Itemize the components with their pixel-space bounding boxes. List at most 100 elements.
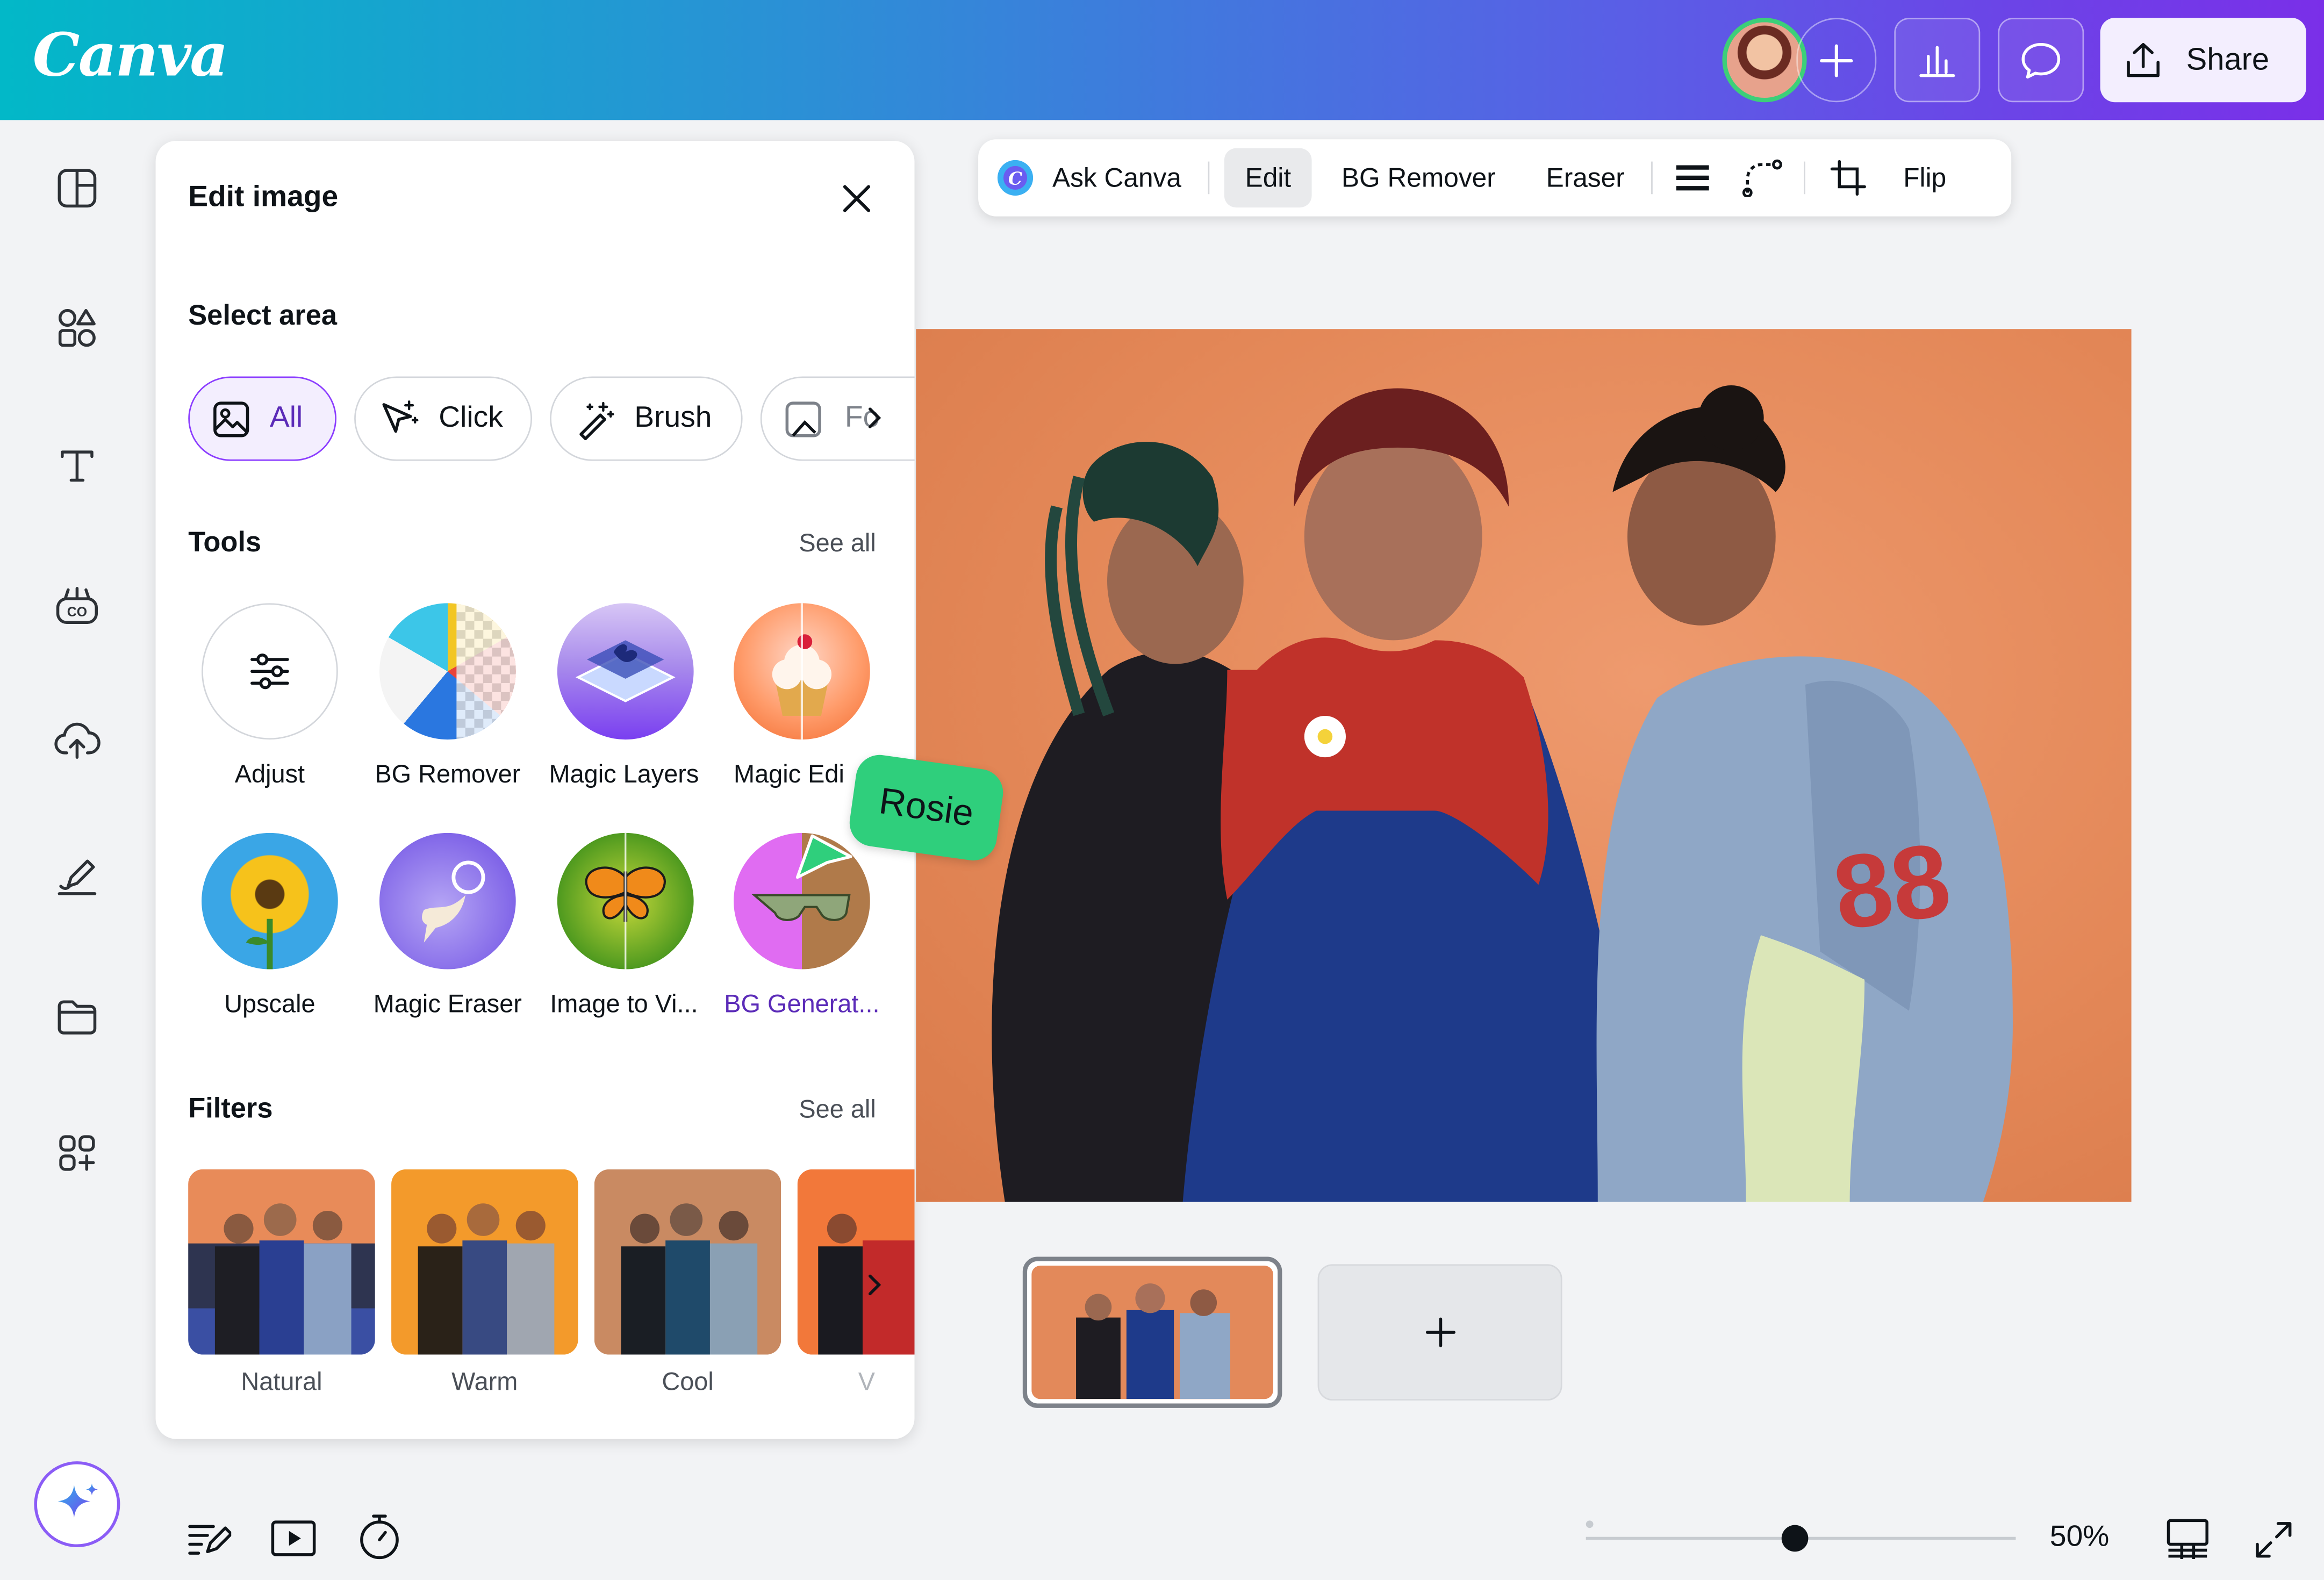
border-style-icon[interactable] (1659, 148, 1727, 207)
canva-logo[interactable]: Canva (33, 21, 228, 91)
panel-title: Edit image (188, 181, 339, 214)
filter-label: Natural (241, 1368, 322, 1396)
tool-label: Magic Layers (549, 760, 699, 789)
tool-label: Image to Vi... (550, 990, 698, 1018)
canvas-photo[interactable]: 88 (916, 329, 2132, 1202)
bg-remover-button[interactable]: BG Remover (1312, 148, 1525, 207)
divider (1651, 161, 1653, 195)
share-label: Share (2186, 42, 2270, 77)
filters-heading: Filters (188, 1094, 273, 1125)
ask-canva-label: Ask Canva (1052, 162, 1182, 192)
sliders-icon (250, 653, 289, 690)
zoom-slider-handle[interactable] (1781, 1525, 1809, 1552)
crop-icon[interactable] (1811, 148, 1885, 207)
chip-click[interactable]: Click (354, 376, 533, 461)
close-icon[interactable] (837, 179, 876, 218)
edit-label: Edit (1245, 162, 1292, 192)
draw-icon[interactable] (51, 851, 104, 904)
filter-warm[interactable] (391, 1169, 578, 1355)
comments-button[interactable] (1998, 18, 2084, 103)
adjust-tool[interactable] (202, 603, 338, 740)
divider (1804, 161, 1806, 195)
bg-remover-tool[interactable] (379, 603, 516, 740)
sparkle-icon (58, 1483, 98, 1518)
tool-label: Magic Eraser (373, 990, 522, 1018)
chip-all[interactable]: All (188, 376, 336, 461)
canva-ai-icon: C (997, 160, 1034, 196)
brand-icon[interactable]: CO (51, 579, 104, 633)
flip-button[interactable]: Flip (1885, 148, 1964, 207)
filters-see-all-link[interactable]: See all (799, 1095, 876, 1125)
chip-label: Brush (634, 401, 712, 435)
filter-vivid[interactable] (797, 1169, 915, 1355)
select-area-heading: Select area (188, 300, 337, 332)
divider (1208, 161, 1210, 195)
edit-image-panel: Edit image Select area All Click Brush F… (155, 140, 915, 1439)
text-icon[interactable] (51, 439, 104, 492)
chevron-right-icon[interactable] (864, 403, 885, 433)
grid-view-icon[interactable] (2165, 1518, 2210, 1560)
insights-button[interactable] (1894, 18, 1981, 103)
magic-eraser-tool[interactable] (379, 832, 516, 969)
tool-label: BG Remover (375, 760, 521, 789)
apps-icon[interactable] (51, 1126, 104, 1180)
filter-label: Cool (662, 1368, 714, 1396)
filter-label: Warm (451, 1368, 518, 1396)
image-to-video-tool[interactable] (557, 832, 694, 969)
collaborator-name: Rosie (877, 780, 977, 835)
magic-assistant-button[interactable] (34, 1461, 120, 1548)
eraser-label: Eraser (1546, 162, 1625, 192)
ask-canva-button[interactable]: C Ask Canva (978, 148, 1202, 207)
chevron-right-icon[interactable] (864, 1270, 885, 1299)
design-panel-icon[interactable] (51, 162, 104, 215)
notes-icon[interactable] (187, 1519, 233, 1558)
magic-layers-tool[interactable] (557, 603, 694, 740)
chip-label: All (269, 401, 303, 435)
tool-label: BG Generat... (724, 990, 880, 1018)
tool-label: Adjust (234, 760, 305, 789)
flip-label: Flip (1903, 162, 1947, 192)
share-button[interactable]: Share (2100, 18, 2306, 103)
invite-button[interactable] (1796, 18, 1877, 103)
timer-icon[interactable] (357, 1512, 402, 1562)
upscale-tool[interactable] (202, 832, 338, 969)
chip-foreground[interactable]: Fo (760, 376, 915, 461)
filter-cool[interactable] (594, 1169, 781, 1355)
user-avatar[interactable] (1722, 18, 1807, 103)
landscape-icon (785, 400, 821, 437)
page-thumbnail[interactable] (1022, 1256, 1282, 1408)
corner-rounding-icon[interactable] (1727, 148, 1798, 207)
upload-share-icon (2127, 42, 2160, 77)
svg-text:CO: CO (67, 605, 87, 620)
edit-button[interactable]: Edit (1224, 148, 1312, 208)
projects-folder-icon[interactable] (51, 990, 104, 1043)
image-icon (213, 400, 249, 437)
collaborator-cursor-icon (794, 830, 853, 883)
plus-icon (1820, 44, 1853, 77)
zoom-level[interactable]: 50% (2050, 1520, 2109, 1554)
cursor-sparkle-icon (382, 399, 419, 432)
magic-brush-icon (579, 401, 614, 440)
tools-see-all-link[interactable]: See all (799, 529, 876, 558)
add-page-button[interactable] (1317, 1264, 1562, 1401)
cloud-upload-icon[interactable] (51, 714, 104, 767)
eraser-button[interactable]: Eraser (1525, 148, 1645, 207)
fullscreen-icon[interactable] (2251, 1518, 2296, 1562)
chip-brush[interactable]: Brush (550, 376, 743, 461)
filter-natural[interactable] (188, 1169, 375, 1355)
context-toolbar: C Ask Canva Edit BG Remover Eraser Flip (978, 139, 2012, 217)
elements-icon[interactable] (51, 301, 104, 354)
svg-text:C: C (1008, 168, 1022, 189)
tool-label: Upscale (224, 990, 315, 1018)
filter-label: V (858, 1368, 875, 1396)
magic-edit-tool[interactable] (734, 603, 870, 740)
chip-label: Click (439, 401, 503, 435)
present-icon[interactable] (270, 1518, 317, 1559)
bg-remover-label: BG Remover (1341, 162, 1496, 192)
bar-chart-icon (1919, 45, 1955, 77)
svg-text:88: 88 (1826, 821, 1957, 952)
plus-icon (1425, 1317, 1455, 1347)
zoom-min-dot (1586, 1520, 1594, 1528)
comment-icon (2021, 42, 2061, 78)
tools-heading: Tools (188, 527, 262, 559)
